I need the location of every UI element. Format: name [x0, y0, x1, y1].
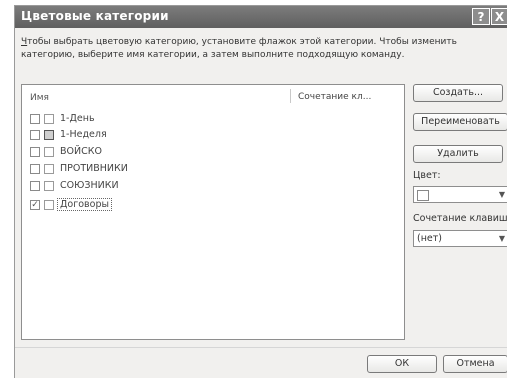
color-swatch-icon [44, 130, 54, 140]
instructions-text: Чтобы выбрать цветовую категорию, устано… [21, 36, 507, 62]
instructions-line-1: тобы выбрать цветовую категорию, установ… [27, 37, 457, 47]
instructions-line-2: категорию, выберите имя категории, а зат… [21, 50, 405, 60]
category-checkbox[interactable] [30, 147, 40, 157]
category-row[interactable]: ВОЙСКО [30, 146, 290, 160]
ok-button[interactable]: ОК [367, 355, 437, 373]
column-divider [290, 89, 291, 103]
category-label: ВОЙСКО [60, 146, 102, 157]
chevron-down-icon: ▼ [498, 190, 505, 199]
category-checkbox-checked[interactable]: ✓ [30, 200, 40, 210]
column-header-shortcut[interactable]: Сочетание кл... [298, 92, 371, 102]
create-button[interactable]: Создать... [413, 84, 503, 102]
category-row[interactable]: 1-Неделя [30, 129, 290, 143]
color-swatch-icon [44, 200, 54, 210]
color-swatch-icon [44, 164, 54, 174]
color-picker[interactable]: ▼ [413, 186, 507, 203]
category-checkbox[interactable] [30, 181, 40, 191]
title-bar: Цветовые категории ? X [15, 6, 507, 28]
footer-divider [15, 347, 507, 348]
category-checkbox[interactable] [30, 114, 40, 124]
color-swatch-icon [44, 147, 54, 157]
category-label: Договоры [57, 198, 112, 211]
color-label: Цвет: [413, 170, 441, 181]
delete-button[interactable]: Удалить [413, 145, 503, 163]
category-label: СОЮЗНИКИ [60, 180, 119, 191]
category-checkbox[interactable] [30, 164, 40, 174]
category-label: ПРОТИВНИКИ [60, 163, 128, 174]
shortcut-label: Сочетание клавиш [413, 213, 507, 224]
rename-button[interactable]: Переименовать [413, 113, 507, 131]
color-swatch-icon [44, 114, 54, 124]
category-row[interactable]: ПРОТИВНИКИ [30, 163, 290, 177]
categories-list[interactable]: Имя Сочетание кл... 1-День 1-Неделя ВОЙС… [21, 84, 405, 340]
category-checkbox[interactable] [30, 130, 40, 140]
category-row-selected[interactable]: ✓ Договоры [30, 198, 290, 213]
category-row[interactable]: СОЮЗНИКИ [30, 180, 290, 194]
category-row[interactable]: 1-День [30, 113, 290, 127]
color-categories-dialog: Цветовые категории ? X Чтобы выбрать цве… [14, 5, 507, 378]
category-label: 1-Неделя [60, 129, 107, 140]
shortcut-select[interactable]: (нет) ▼ [413, 230, 507, 247]
dialog-title: Цветовые категории [21, 9, 169, 23]
column-header-name[interactable]: Имя [30, 93, 49, 103]
chevron-down-icon: ▼ [498, 234, 505, 243]
color-preview-icon [417, 190, 429, 201]
cancel-button[interactable]: Отмена [443, 355, 507, 373]
close-button[interactable]: X [491, 8, 507, 25]
category-label: 1-День [60, 113, 95, 124]
help-button[interactable]: ? [472, 8, 490, 25]
shortcut-value: (нет) [417, 233, 443, 244]
color-swatch-icon [44, 181, 54, 191]
